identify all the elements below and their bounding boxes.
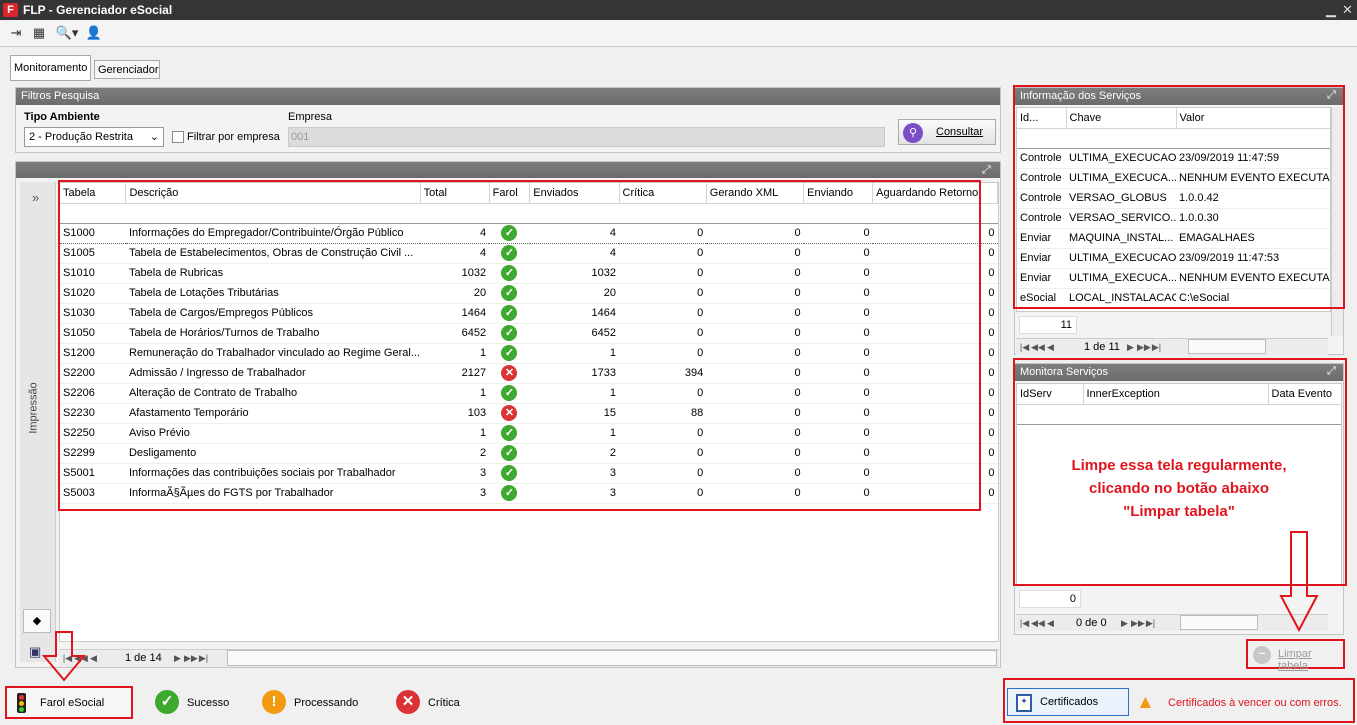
minus-icon: − <box>1253 646 1271 664</box>
toolbar: ⇥ ▦ 🔍▾ 👤 <box>0 20 1357 46</box>
consultar-label: Consultar <box>936 126 984 138</box>
search-dropdown-icon[interactable]: 🔍▾ <box>55 24 79 42</box>
monitora-count: 0 <box>1019 590 1081 608</box>
limpar-tabela-button[interactable]: − Limpar tabela <box>1246 639 1345 672</box>
filtrar-label: Filtrar por empresa <box>187 131 280 143</box>
ambiente-value: 2 - Produção Restrita <box>29 131 133 143</box>
highlight-table <box>58 180 981 511</box>
window-title: FLP - Gerenciador eSocial <box>23 3 173 17</box>
title-bar: F FLP - Gerenciador eSocial ▁ ✕ <box>0 0 1357 20</box>
app-logo: F <box>3 3 18 17</box>
highlight-info <box>1013 85 1345 309</box>
farol-esocial-button[interactable]: Farol eSocial <box>5 686 133 719</box>
chevron-down-icon: ⌄ <box>149 131 159 143</box>
certificados-button[interactable]: ✦ Certificados <box>1007 688 1129 716</box>
sucesso-label: Sucesso <box>187 697 230 709</box>
key-icon: ⚲ <box>903 123 923 143</box>
pager-text: 1 de 11 <box>1084 341 1120 353</box>
warning-icon: ▲ <box>1136 692 1155 713</box>
main-panel-header <box>16 162 1000 178</box>
empresa-label: Empresa <box>288 111 333 123</box>
main-pager: |◀ ◀◀ ◀ 1 de 14 ▶ ▶▶▶| <box>59 649 999 667</box>
critical-icon: ✕ <box>396 690 420 714</box>
certificate-icon: ✦ <box>1016 694 1032 712</box>
main-hscrollbar[interactable] <box>227 650 997 666</box>
pager-text: 0 de 0 <box>1076 617 1107 629</box>
minimize-icon[interactable]: ▁ <box>1326 2 1336 18</box>
empresa-field[interactable]: 001 <box>288 127 885 147</box>
pager-first-icon[interactable]: |◀ ◀◀ ◀ <box>1018 341 1057 353</box>
processing-icon: ! <box>262 690 286 714</box>
filtrar-checkbox[interactable] <box>172 131 184 143</box>
consultar-button[interactable]: ⚲ Consultar <box>898 119 996 145</box>
exit-icon[interactable]: ⇥ <box>7 24 25 42</box>
limpar-label: Limpar tabela <box>1278 648 1312 672</box>
user-icon[interactable]: 👤 <box>85 24 103 42</box>
arrow-down-pager <box>41 631 87 682</box>
tab-monitoramento[interactable]: Monitoramento <box>10 55 91 81</box>
pager-text: 1 de 14 <box>125 652 162 664</box>
close-icon[interactable]: ✕ <box>1342 2 1353 18</box>
expand-side-icon[interactable]: » <box>32 190 39 205</box>
ambiente-label: Tipo Ambiente <box>24 111 100 123</box>
pager-next-icon[interactable]: ▶ ▶▶▶| <box>1124 341 1163 353</box>
impressao-label: Impressão <box>27 382 40 434</box>
certificados-label: Certificados <box>1040 696 1099 708</box>
divider <box>0 46 1357 47</box>
pager-next-icon[interactable]: ▶ ▶▶▶| <box>171 652 210 664</box>
ambiente-select[interactable]: 2 - Produção Restrita ⌄ <box>24 127 164 147</box>
info-count: 11 <box>1019 316 1077 334</box>
filters-header: Filtros Pesquisa <box>16 88 1000 105</box>
critica-label: Crítica <box>428 697 460 709</box>
pager-first-icon[interactable]: |◀ ◀◀ ◀ <box>1018 617 1057 629</box>
farol-label: Farol eSocial <box>40 697 105 709</box>
processando-label: Processando <box>294 697 359 709</box>
keyboard-icon[interactable]: ▦ <box>30 24 48 42</box>
filters-panel: Filtros Pesquisa Tipo Ambiente 2 - Produ… <box>15 87 1001 153</box>
traffic-light-icon <box>17 693 26 713</box>
info-pager: |◀ ◀◀ ◀ 1 de 11 ▶ ▶▶▶| <box>1016 338 1328 355</box>
arrow-down-limpar <box>1279 531 1319 633</box>
monitora-hscrollbar[interactable] <box>1180 615 1258 630</box>
maximize-icon[interactable]: ⤢ <box>982 164 991 177</box>
success-icon: ✓ <box>155 690 179 714</box>
pager-next-icon[interactable]: ▶ ▶▶▶| <box>1118 617 1157 629</box>
info-hscrollbar[interactable] <box>1188 339 1266 354</box>
side-strip: » Impressão ◆ ▣ <box>20 182 56 662</box>
tab-gerenciador[interactable]: Gerenciador <box>94 60 160 79</box>
cert-warning-text: Certificados à vencer ou com erros. <box>1168 697 1342 709</box>
